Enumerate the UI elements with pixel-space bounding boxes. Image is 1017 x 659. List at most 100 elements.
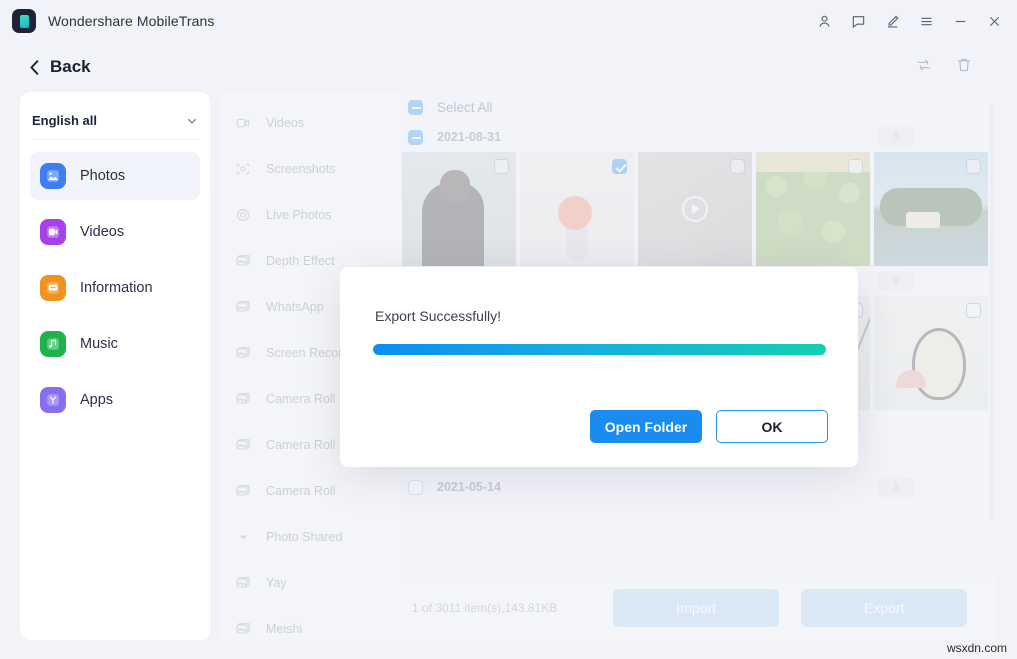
export-button[interactable]: Export	[801, 589, 967, 627]
thumbnail-item-video[interactable]	[638, 152, 752, 266]
photo-stack-icon	[232, 575, 254, 591]
date-group-label: 2021-08-31	[437, 130, 501, 144]
bottom-action-bar: 1 of 3011 item(s),143.81KB Import Export	[400, 577, 997, 639]
album-label: Yay	[266, 576, 287, 590]
watermark: wsxdn.com	[947, 641, 1007, 655]
album-item-camera-roll-3[interactable]: Camera Roll	[220, 468, 400, 514]
thumbnail-item[interactable]	[874, 296, 988, 410]
play-icon	[682, 196, 708, 222]
language-label: English all	[32, 113, 97, 128]
album-label: Camera Roll	[266, 392, 335, 406]
thumbnail-item[interactable]	[520, 152, 634, 266]
progress-bar-fill	[373, 344, 826, 355]
vertical-scrollbar[interactable]	[990, 102, 994, 522]
menu-icon[interactable]	[909, 5, 943, 37]
information-icon	[40, 275, 66, 301]
count-badge: 9	[877, 271, 915, 291]
chevron-down-icon	[186, 115, 198, 127]
video-camera-icon	[232, 115, 254, 131]
app-logo-icon	[12, 9, 36, 33]
album-label: Live Photos	[266, 208, 331, 222]
photo-stack-icon	[232, 437, 254, 453]
photo-stack-icon	[232, 483, 254, 499]
album-label: Videos	[266, 116, 304, 130]
select-all-checkbox[interactable]	[408, 100, 423, 115]
live-photo-icon	[232, 207, 254, 223]
select-all-row[interactable]: Select All	[400, 92, 997, 122]
sidebar-item-apps[interactable]: Apps	[30, 376, 200, 424]
date-group-header[interactable]: 2021-08-31 5	[400, 122, 997, 152]
dialog-actions: Open Folder OK	[590, 410, 828, 443]
album-item-screenshots[interactable]: Screenshots	[220, 146, 400, 192]
back-label: Back	[50, 57, 91, 77]
thumbnail-row	[400, 152, 997, 266]
date-group-checkbox[interactable]	[408, 480, 423, 495]
thumbnail-checkbox[interactable]	[494, 159, 509, 174]
thumbnail-checkbox[interactable]	[612, 159, 627, 174]
sidebar: English all Photos	[20, 92, 210, 640]
album-label: Camera Roll	[266, 438, 335, 452]
photo-stack-icon	[232, 299, 254, 315]
export-success-dialog: Export Successfully! Open Folder OK	[340, 267, 858, 467]
photo-stack-icon	[232, 621, 254, 637]
back-button[interactable]: Back	[28, 57, 91, 77]
select-all-label: Select All	[437, 100, 493, 115]
thumbnail-item[interactable]	[402, 152, 516, 266]
album-label: Camera Roll	[266, 484, 335, 498]
open-folder-button[interactable]: Open Folder	[590, 410, 702, 443]
window-controls	[807, 0, 1017, 42]
triangle-down-icon	[232, 532, 254, 543]
album-label: Photo Shared	[266, 530, 342, 544]
sidebar-item-label: Videos	[80, 224, 124, 240]
album-group-photo-shared[interactable]: Photo Shared	[220, 514, 400, 560]
album-label: Depth Effect	[266, 254, 335, 268]
dialog-message: Export Successfully!	[375, 308, 501, 324]
thumbnail-checkbox[interactable]	[730, 159, 745, 174]
album-item-live-photos[interactable]: Live Photos	[220, 192, 400, 238]
thumbnail-checkbox[interactable]	[966, 159, 981, 174]
progress-bar	[373, 344, 826, 355]
chevron-left-icon	[28, 59, 41, 76]
sidebar-item-information[interactable]: Information	[30, 264, 200, 312]
thumbnail-item[interactable]	[756, 152, 870, 266]
page-header: Back	[0, 42, 1017, 92]
sidebar-item-label: Apps	[80, 392, 113, 408]
app-window: Wondershare MobileTrans	[0, 0, 1017, 659]
photos-icon	[40, 163, 66, 189]
photo-stack-icon	[232, 345, 254, 361]
import-button[interactable]: Import	[613, 589, 779, 627]
sidebar-item-videos[interactable]: Videos	[30, 208, 200, 256]
album-item-yay[interactable]: Yay	[220, 560, 400, 606]
count-badge: 5	[877, 127, 915, 147]
thumbnail-item[interactable]	[874, 152, 988, 266]
account-icon[interactable]	[807, 5, 841, 37]
edit-icon[interactable]	[875, 5, 909, 37]
album-item-videos[interactable]: Videos	[220, 100, 400, 146]
close-icon[interactable]	[977, 5, 1011, 37]
photo-stack-icon	[232, 391, 254, 407]
sidebar-item-label: Music	[80, 336, 118, 352]
thumbnail-checkbox[interactable]	[966, 303, 981, 318]
sidebar-item-music[interactable]: Music	[30, 320, 200, 368]
album-item-meishi[interactable]: Meishi	[220, 606, 400, 652]
minimize-icon[interactable]	[943, 5, 977, 37]
refresh-icon[interactable]	[915, 56, 933, 79]
date-group-header-footer[interactable]: 2021-05-14 3	[400, 472, 997, 502]
sidebar-item-label: Information	[80, 280, 153, 296]
delete-icon[interactable]	[955, 56, 973, 79]
status-text: 1 of 3011 item(s),143.81KB	[412, 601, 557, 615]
language-selector[interactable]: English all	[32, 102, 198, 140]
feedback-icon[interactable]	[841, 5, 875, 37]
count-badge: 3	[877, 477, 915, 497]
album-label: Meishi	[266, 622, 302, 636]
music-icon	[40, 331, 66, 357]
header-tools	[915, 56, 1017, 79]
videos-icon	[40, 219, 66, 245]
thumbnail-checkbox[interactable]	[848, 159, 863, 174]
app-title: Wondershare MobileTrans	[48, 13, 215, 29]
title-bar: Wondershare MobileTrans	[0, 0, 1017, 42]
date-group-checkbox[interactable]	[408, 130, 423, 145]
sidebar-item-photos[interactable]: Photos	[30, 152, 200, 200]
screenshot-icon	[232, 161, 254, 177]
ok-button[interactable]: OK	[716, 410, 828, 443]
